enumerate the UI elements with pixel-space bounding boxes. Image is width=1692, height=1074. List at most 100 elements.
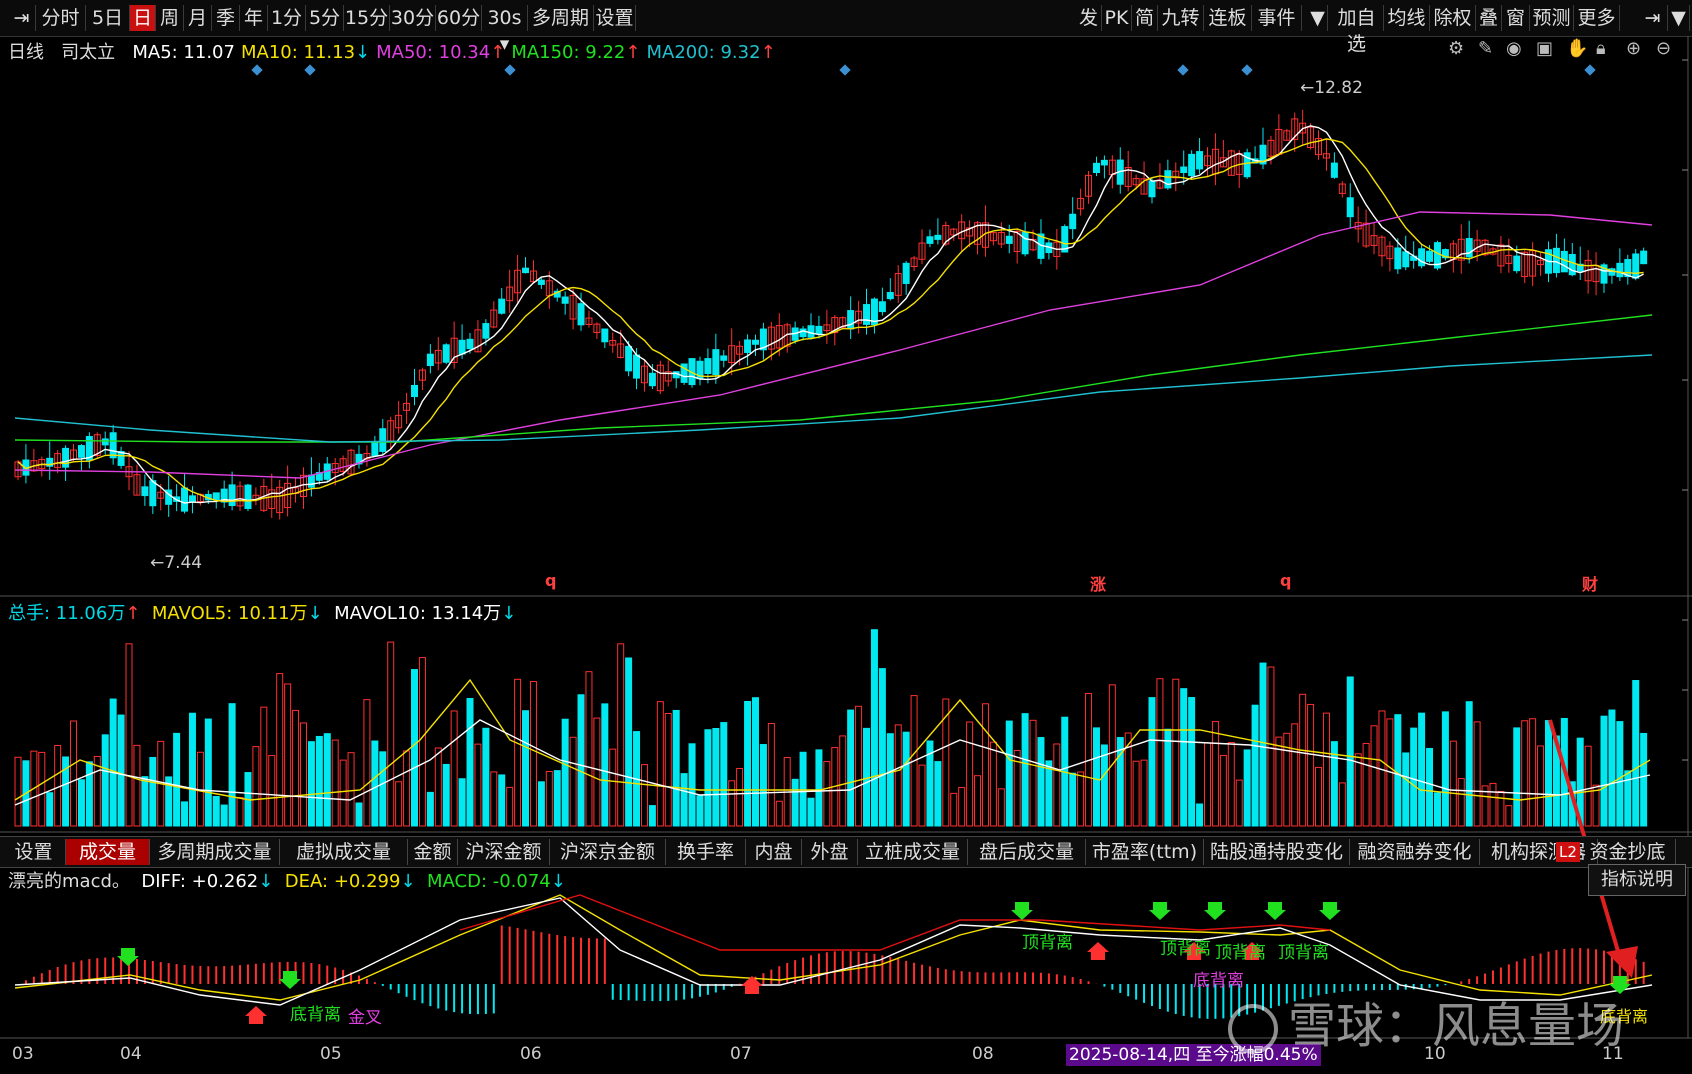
- indicator-tab-2[interactable]: 多周期成交量: [150, 839, 280, 865]
- indicator-explain-button[interactable]: 指标说明: [1588, 864, 1686, 896]
- indicator-tab-1[interactable]: 成交量: [66, 839, 150, 865]
- volume-bar: [149, 756, 157, 827]
- macd-header: 漂亮的macd。 DIFF: +0.262↓ DEA: +0.299↓ MACD…: [8, 867, 566, 893]
- volume-bar: [625, 657, 633, 827]
- candle-body: [244, 484, 252, 509]
- volume-bar: [1037, 737, 1045, 827]
- volume-bar: [823, 761, 831, 827]
- indicator-tab-16[interactable]: 资金抄底: [1580, 839, 1676, 865]
- candle-body: [1418, 248, 1426, 267]
- volume-bar: [1410, 727, 1418, 827]
- volume-bar: [490, 771, 498, 827]
- volume-bar: [1521, 720, 1529, 827]
- month-tick-03: 03: [12, 1044, 34, 1064]
- candle-body: [561, 296, 569, 304]
- volume-bar: [371, 740, 379, 827]
- volume-bar: [902, 731, 910, 827]
- indicator-tab-9[interactable]: 外盘: [802, 839, 858, 865]
- macd-name: 漂亮的macd。: [8, 871, 130, 892]
- candle-body: [426, 353, 434, 367]
- candle-body: [522, 267, 530, 274]
- candle-body: [1394, 247, 1402, 270]
- candle-body: [1330, 162, 1338, 178]
- price-chart-canvas[interactable]: [0, 0, 1692, 1074]
- indicator-tab-5[interactable]: 沪深金额: [458, 839, 550, 865]
- macd-label-top-3: 顶背离: [1215, 943, 1266, 963]
- event-mark-q2[interactable]: q: [1280, 571, 1291, 590]
- volume-bar: [529, 681, 537, 827]
- volume-bar: [1537, 745, 1545, 827]
- volume-bar: [1322, 712, 1330, 827]
- volume-bar: [474, 743, 482, 827]
- indicator-tab-4[interactable]: 金额: [408, 839, 458, 865]
- event-diamond-3: [839, 64, 851, 76]
- indicator-tab-11[interactable]: 盘后成交量: [968, 839, 1086, 865]
- volume-bar: [1235, 779, 1243, 827]
- candle-body: [141, 486, 149, 497]
- candle-body: [601, 328, 609, 343]
- volume-bar: [981, 703, 989, 827]
- volume-bar: [411, 669, 418, 827]
- volume-bar: [1632, 680, 1640, 827]
- month-tick-04: 04: [120, 1044, 142, 1064]
- volume-bar: [1196, 803, 1204, 827]
- event-mark-q1[interactable]: q: [545, 571, 556, 590]
- volume-bar: [1505, 805, 1513, 827]
- event-mark-cai[interactable]: 财: [1582, 571, 1598, 595]
- ma10-line: [17, 138, 1644, 503]
- volume-bar: [1307, 703, 1315, 827]
- volume-bar: [1045, 760, 1053, 827]
- indicator-tab-7[interactable]: 换手率: [666, 839, 746, 865]
- volume-bar: [1291, 723, 1299, 827]
- volume-bar: [1267, 666, 1275, 827]
- indicator-tab-0[interactable]: 设置: [2, 839, 66, 865]
- volume-bar: [1402, 752, 1410, 827]
- candle-body: [1092, 162, 1100, 174]
- volume-bar: [680, 773, 688, 827]
- volume-bar: [77, 779, 85, 827]
- month-tick-08: 08: [972, 1044, 994, 1064]
- volume-bar: [609, 748, 617, 827]
- volume-bar: [577, 694, 585, 827]
- volume-bar: [204, 718, 212, 827]
- candle-body: [807, 325, 815, 338]
- macd-label-bottom-2: 底背离: [290, 1005, 341, 1025]
- volume-bar: [1053, 743, 1061, 827]
- volume-bar: [339, 759, 347, 827]
- volume-bar: [1394, 714, 1402, 827]
- event-mark-zhang[interactable]: 涨: [1090, 571, 1106, 595]
- volume-bar: [1370, 725, 1378, 827]
- indicator-tab-3[interactable]: 虚拟成交量: [280, 839, 408, 865]
- volume-bar: [1497, 790, 1505, 827]
- candle-body: [1196, 151, 1204, 170]
- macd-label-top-2: 顶背离: [1160, 939, 1211, 959]
- volume-bar: [236, 797, 244, 827]
- volume-bar: [855, 705, 863, 827]
- volume-bar: [315, 735, 323, 827]
- candle-body: [1164, 170, 1172, 189]
- volume-bar: [181, 801, 189, 827]
- volume-bar: [1188, 697, 1196, 827]
- indicator-tab-14[interactable]: 融资融券变化: [1350, 839, 1480, 865]
- volume-bar: [403, 750, 411, 827]
- signal-arrow-3: [1149, 902, 1171, 920]
- candle-body: [228, 484, 236, 507]
- indicator-tab-bar: 设置 成交量 多周期成交量 虚拟成交量 金额 沪深金额 沪深京金额 换手率 内盘 外盘 立桩成交量盘…: [0, 836, 1692, 868]
- volume-bar: [85, 761, 93, 827]
- volume-bar: [1259, 662, 1267, 827]
- candle-body: [149, 480, 157, 507]
- volume-bar: [894, 724, 902, 827]
- candle-body: [847, 310, 855, 330]
- candle-body: [633, 354, 641, 379]
- indicator-tab-8[interactable]: 内盘: [746, 839, 802, 865]
- candle-body: [712, 349, 720, 376]
- indicator-tab-12[interactable]: 市盈率(ttm): [1086, 839, 1204, 865]
- volume-bar: [989, 741, 997, 827]
- candle-body: [1513, 255, 1521, 272]
- volume-bar: [1426, 747, 1434, 827]
- volume-bar: [1140, 759, 1148, 827]
- indicator-tab-13[interactable]: 陆股通持股变化: [1204, 839, 1350, 865]
- indicator-tab-10[interactable]: 立桩成交量: [858, 839, 968, 865]
- volume-bar: [664, 712, 672, 827]
- indicator-tab-6[interactable]: 沪深京金额: [550, 839, 666, 865]
